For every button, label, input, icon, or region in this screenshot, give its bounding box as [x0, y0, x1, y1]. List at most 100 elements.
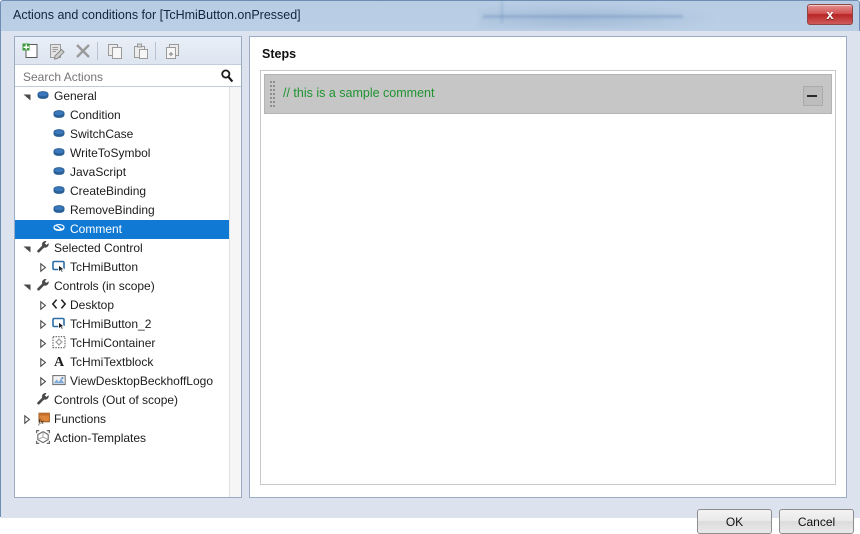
tree-item-label: CreateBinding — [70, 184, 147, 198]
tree-item-general[interactable]: General — [15, 87, 241, 106]
tree-item-viewdesktopbeckhofflogo[interactable]: ViewDesktopBeckhoffLogo — [15, 372, 241, 391]
tree-item-controls-out-of-scope[interactable]: Controls (Out of scope) — [15, 391, 241, 410]
paste-action-icon — [134, 43, 148, 59]
tree-item-label: Desktop — [70, 298, 115, 312]
action-node-icon — [37, 91, 49, 99]
step-comment-text: // this is a sample comment — [283, 86, 435, 100]
titlebar-reflection-edge — [501, 1, 543, 23]
tree-item-condition[interactable]: Condition — [15, 106, 241, 125]
tree-item-tchmitextblock[interactable]: A TcHmiTextblock — [15, 353, 241, 372]
action-node-icon — [53, 205, 65, 213]
tree-item-icon — [51, 125, 67, 144]
tree-expander[interactable] — [21, 239, 33, 258]
tree-expander[interactable] — [37, 334, 49, 353]
tree-item-action-templates[interactable]: Action-Templates — [15, 429, 241, 448]
expander-expanded-icon[interactable] — [21, 239, 33, 258]
tree-item-label: TcHmiContainer — [70, 336, 156, 350]
tree-item-switchcase[interactable]: SwitchCase — [15, 125, 241, 144]
tree-item-icon — [51, 163, 67, 182]
tree-expander[interactable] — [37, 315, 49, 334]
tree-item-icon — [51, 220, 67, 239]
tree-item-label: ViewDesktopBeckhoffLogo — [70, 374, 213, 388]
expander-expanded-icon[interactable] — [21, 87, 33, 106]
tree-item-desktop[interactable]: Desktop — [15, 296, 241, 315]
search-icon[interactable] — [220, 68, 234, 84]
tree-expander[interactable] — [37, 296, 49, 315]
edit-action-button[interactable] — [47, 41, 67, 61]
functions-icon: fx — [38, 412, 50, 426]
expander-collapsed-icon[interactable] — [37, 296, 49, 315]
window-title: Actions and conditions for [TcHmiButton.… — [13, 8, 301, 22]
cancel-button[interactable]: Cancel — [779, 509, 854, 534]
duplicate-action-button[interactable] — [163, 41, 183, 61]
svg-text:A: A — [54, 355, 65, 369]
step-row[interactable]: // this is a sample comment — [264, 74, 832, 114]
tree-expander[interactable] — [37, 353, 49, 372]
tree-item-icon — [51, 182, 67, 201]
drag-handle-icon[interactable] — [270, 81, 275, 109]
paste-action-button[interactable] — [131, 41, 151, 61]
tree-expander[interactable] — [21, 277, 33, 296]
action-node-icon — [53, 148, 65, 156]
new-action-button[interactable] — [21, 41, 41, 61]
tree-item-selected-control[interactable]: Selected Control — [15, 239, 241, 258]
action-node-icon — [53, 167, 65, 175]
tree-item-label: Functions — [54, 412, 107, 426]
duplicate-action-icon — [166, 44, 179, 59]
expander-collapsed-icon[interactable] — [37, 315, 49, 334]
tree-item-functions[interactable]: fx Functions — [15, 410, 241, 429]
svg-text:fx: fx — [38, 417, 44, 426]
actions-toolbar — [15, 37, 241, 65]
tree-item-icon — [51, 201, 67, 220]
wrench-icon — [37, 279, 49, 291]
title-bar: Actions and conditions for [TcHmiButton.… — [1, 1, 860, 31]
search-input[interactable] — [21, 68, 215, 86]
action-template-icon — [36, 430, 50, 444]
steps-title: Steps — [262, 47, 297, 61]
actions-tree[interactable]: General Condition SwitchCase WriteToSymbol J… — [15, 87, 241, 497]
wrench-icon — [37, 393, 49, 405]
tree-item-javascript[interactable]: JavaScript — [15, 163, 241, 182]
tree-item-label: RemoveBinding — [70, 203, 155, 217]
tree-item-comment[interactable]: Comment — [15, 220, 241, 239]
expander-collapsed-icon[interactable] — [37, 353, 49, 372]
collapse-step-button[interactable] — [803, 86, 823, 106]
tree-expander[interactable] — [21, 87, 33, 106]
delete-action-button[interactable] — [73, 41, 93, 61]
expander-collapsed-icon[interactable] — [37, 334, 49, 353]
steps-list[interactable]: // this is a sample comment — [260, 70, 836, 485]
tree-item-label: Condition — [70, 108, 121, 122]
expander-collapsed-icon[interactable] — [37, 372, 49, 391]
comment-node-icon — [53, 224, 65, 231]
new-action-icon — [22, 43, 38, 58]
tree-item-tchmicontainer[interactable]: TcHmiContainer — [15, 334, 241, 353]
tree-item-label: Action-Templates — [54, 431, 147, 445]
expander-expanded-icon[interactable] — [21, 277, 33, 296]
expander-collapsed-icon[interactable] — [21, 410, 33, 429]
tree-expander[interactable] — [37, 258, 49, 277]
expander-collapsed-icon[interactable] — [37, 258, 49, 277]
code-brackets-icon — [51, 299, 67, 309]
tree-item-tchmibutton-2[interactable]: TcHmiButton_2 — [15, 315, 241, 334]
copy-action-button[interactable] — [105, 41, 125, 61]
close-icon: x — [826, 7, 834, 22]
tree-item-controls-in-scope[interactable]: Controls (in scope) — [15, 277, 241, 296]
ok-button[interactable]: OK — [697, 509, 772, 534]
tree-item-removebinding[interactable]: RemoveBinding — [15, 201, 241, 220]
tree-expander[interactable] — [37, 372, 49, 391]
tree-item-label: SwitchCase — [70, 127, 134, 141]
tree-item-label: JavaScript — [70, 165, 127, 179]
steps-panel: Steps // this is a sample comment — [249, 36, 847, 498]
tree-item-createbinding[interactable]: CreateBinding — [15, 182, 241, 201]
tree-item-icon — [35, 239, 51, 258]
actions-panel: General Condition SwitchCase WriteToSymbol J… — [14, 36, 242, 498]
toolbar-separator-2 — [155, 42, 156, 60]
close-button[interactable]: x — [807, 4, 853, 25]
tree-item-label: TcHmiTextblock — [70, 355, 154, 369]
action-node-icon — [53, 110, 65, 118]
tree-expander[interactable] — [21, 410, 33, 429]
tree-item-icon — [51, 258, 67, 277]
tree-item-tchmibutton[interactable]: TcHmiButton — [15, 258, 241, 277]
tree-scrollbar[interactable] — [229, 87, 241, 497]
tree-item-writetosymbol[interactable]: WriteToSymbol — [15, 144, 241, 163]
